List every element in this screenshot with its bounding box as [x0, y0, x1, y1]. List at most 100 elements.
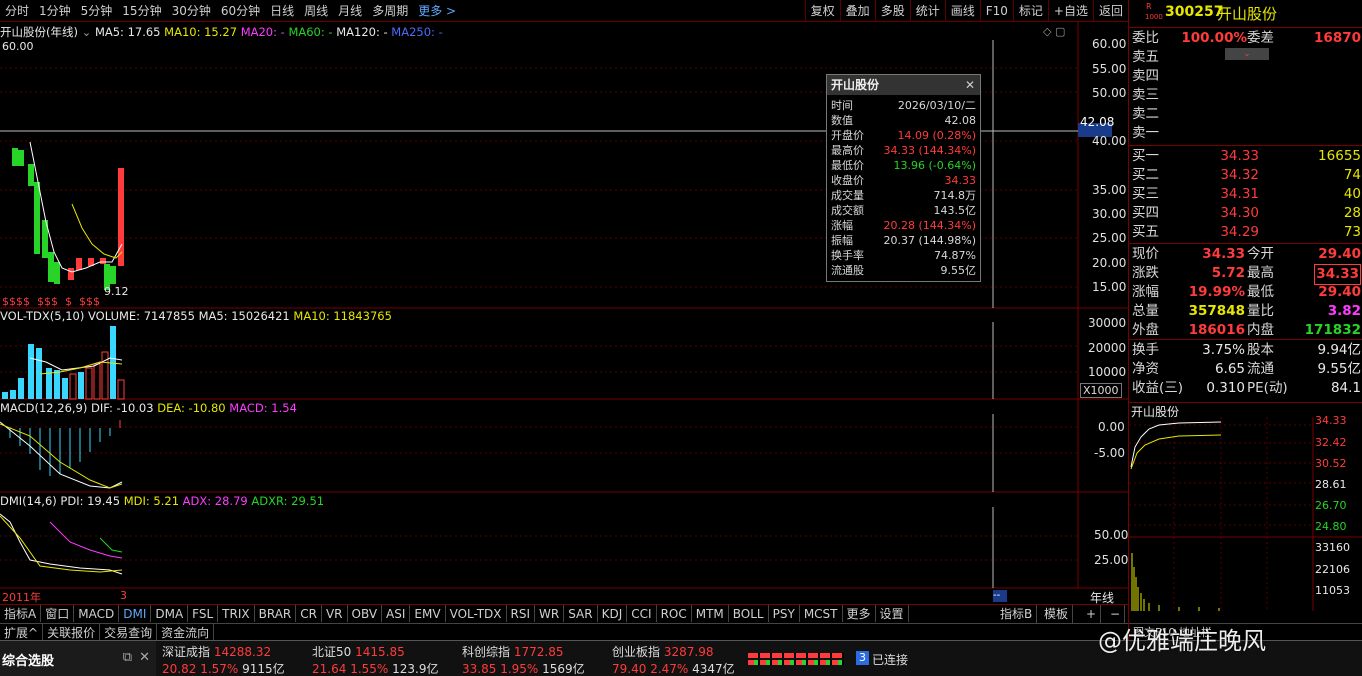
mini-axis: 28.61 — [1315, 478, 1347, 491]
tab-macd[interactable]: MACD — [74, 605, 120, 622]
tool-f10[interactable]: F10 — [979, 0, 1013, 22]
tool-stats[interactable]: 统计 — [909, 0, 945, 22]
tab-expand[interactable]: 扩展^ — [0, 624, 44, 640]
stock-name: 开山股份 — [1217, 5, 1278, 23]
bid-row: 买一 34.33 16655 — [1129, 147, 1362, 166]
tab-dma[interactable]: DMA — [151, 605, 189, 622]
dmi-title-line: DMI(14,6) PDI: 19.45 MDI: 5.21 ADX: 28.7… — [0, 494, 324, 508]
tab-roc[interactable]: ROC — [657, 605, 692, 622]
cursor-price: 42.08 — [1080, 115, 1115, 129]
index-item[interactable]: 深证成指 14288.32 20.82 1.57% 9115亿 — [162, 643, 307, 676]
period-15min[interactable]: 15分钟 — [117, 0, 166, 22]
connection-icon[interactable]: 3 — [856, 651, 869, 665]
tab-emv[interactable]: EMV — [410, 605, 446, 622]
vol-name[interactable]: VOL-TDX(5,10) — [0, 309, 84, 323]
index-pct: 1.95% — [500, 662, 539, 676]
tab-indicator-b[interactable]: 指标B — [996, 605, 1038, 623]
tab-psy[interactable]: PSY — [769, 605, 800, 622]
close-icon[interactable]: ✕ — [965, 75, 975, 95]
bid-volume: 74 — [1343, 167, 1361, 183]
index-pct: 2.47% — [650, 662, 689, 676]
tab-settings[interactable]: 设置 — [876, 605, 909, 622]
tab-fund-flow[interactable]: 资金流向 — [157, 624, 215, 640]
popup-key: 最低价 — [831, 159, 864, 172]
tab-trade-query[interactable]: 交易查询 — [100, 624, 158, 640]
tab-vol-tdx[interactable]: VOL-TDX — [446, 605, 507, 622]
quote-label: 量比 — [1247, 303, 1274, 319]
tab-brar[interactable]: BRAR — [255, 605, 297, 622]
popup-key: 成交量 — [831, 189, 864, 202]
tool-fuquan[interactable]: 复权 — [804, 0, 840, 22]
fund-label: 股本 — [1247, 342, 1274, 358]
badge-n: 1000 — [1145, 13, 1163, 21]
period-60min[interactable]: 60分钟 — [216, 0, 265, 22]
tab-fsl[interactable]: FSL — [188, 605, 219, 622]
period-week[interactable]: 周线 — [299, 0, 333, 22]
index-item[interactable]: 创业板指 3287.98 79.40 2.47% 4347亿 — [612, 643, 757, 676]
tool-multi[interactable]: 多股 — [874, 0, 910, 22]
tab-kdj[interactable]: KDJ — [598, 605, 628, 622]
bid-label: 买一 — [1132, 148, 1159, 164]
quote-label: 最高 — [1247, 265, 1274, 281]
tool-add-watch[interactable]: +自选 — [1047, 0, 1093, 22]
index-item[interactable]: 科创综指 1772.85 33.85 1.95% 1569亿 — [462, 643, 607, 676]
period-1min[interactable]: 1分钟 — [34, 0, 76, 22]
chart-tools: 复权 叠加 多股 统计 画线 F10 标记 +自选 返回 — [804, 0, 1128, 22]
period-multi[interactable]: 多周期 — [367, 0, 413, 22]
tool-overlay[interactable]: 叠加 — [839, 0, 875, 22]
tab-boll[interactable]: BOLL — [729, 605, 769, 622]
tab-dmi[interactable]: DMI — [119, 605, 152, 622]
tab-sar[interactable]: SAR — [564, 605, 598, 622]
period-day[interactable]: 日线 — [265, 0, 299, 22]
macd-name[interactable]: MACD(12,26,9) — [0, 401, 87, 415]
bid-volume: 16655 — [1318, 148, 1361, 164]
quote-value: 5.72 — [1211, 265, 1245, 281]
period-30min[interactable]: 30分钟 — [167, 0, 216, 22]
tab-window[interactable]: 窗口 — [41, 605, 75, 622]
close-icon[interactable]: ✕ — [139, 650, 150, 665]
tab-mcst[interactable]: MCST — [800, 605, 843, 622]
bottom-tabs: 扩展^ 关联报价 交易查询 资金流向 — [0, 623, 1128, 640]
tab-trix[interactable]: TRIX — [218, 605, 255, 622]
ma10-line — [71, 203, 123, 259]
tool-mark[interactable]: 标记 — [1012, 0, 1048, 22]
index-item[interactable]: 北证50 1415.85 21.64 1.55% 123.9亿 — [312, 643, 457, 676]
tool-back[interactable]: 返回 — [1092, 0, 1128, 22]
tab-wr[interactable]: WR — [535, 605, 565, 622]
popup-key: 流通股 — [831, 264, 864, 277]
tab-more[interactable]: 更多 — [843, 605, 876, 622]
tab-rsi[interactable]: RSI — [507, 605, 536, 622]
tab-vr[interactable]: VR — [322, 605, 348, 622]
ask-row: 卖二 — [1129, 105, 1362, 124]
tab-cci[interactable]: CCI — [627, 605, 657, 622]
popup-header: 开山股份 ✕ — [827, 75, 980, 95]
mini-axis: 34.33 — [1315, 414, 1347, 427]
weibi-row: 委比 100.00% 委差 16870 — [1129, 29, 1362, 48]
period-toolbar: 分时 1分钟 5分钟 15分钟 30分钟 60分钟 日线 周线 月线 多周期 更… — [0, 0, 1128, 22]
period-month[interactable]: 月线 — [333, 0, 367, 22]
vol-title-line: VOL-TDX(5,10) VOLUME: 7147855 MA5: 15026… — [0, 309, 392, 323]
quote-value: 19.99% — [1188, 284, 1245, 300]
tab-indicator-a[interactable]: 指标A — [0, 605, 42, 622]
quote-value: 357848 — [1188, 303, 1245, 319]
popup-key: 数值 — [831, 114, 853, 127]
tab-asi[interactable]: ASI — [382, 605, 411, 622]
restore-icon[interactable]: ⧉ — [123, 650, 132, 665]
period-more[interactable]: 更多 > — [413, 0, 461, 22]
period-intraday[interactable]: 分时 — [0, 0, 34, 22]
bid-volume: 73 — [1343, 224, 1361, 240]
period-5min[interactable]: 5分钟 — [76, 0, 118, 22]
section-title: 综合选股 ⧉ ✕ — [0, 641, 156, 676]
dmi-name[interactable]: DMI(14,6) — [0, 494, 57, 508]
tab-cr[interactable]: CR — [296, 605, 322, 622]
tab-mtm[interactable]: MTM — [692, 605, 729, 622]
bid-price: 34.32 — [1220, 167, 1259, 183]
tab-obv[interactable]: OBV — [348, 605, 383, 622]
tab-template[interactable]: 模板 — [1040, 605, 1074, 623]
tool-draw[interactable]: 画线 — [944, 0, 980, 22]
ask2-label: 卖二 — [1132, 106, 1159, 122]
tab-related[interactable]: 关联报价 — [43, 624, 101, 640]
candles — [12, 148, 124, 290]
popup-value: 143.5亿 — [933, 204, 977, 217]
xaxis-cursor: -- — [993, 590, 1007, 602]
